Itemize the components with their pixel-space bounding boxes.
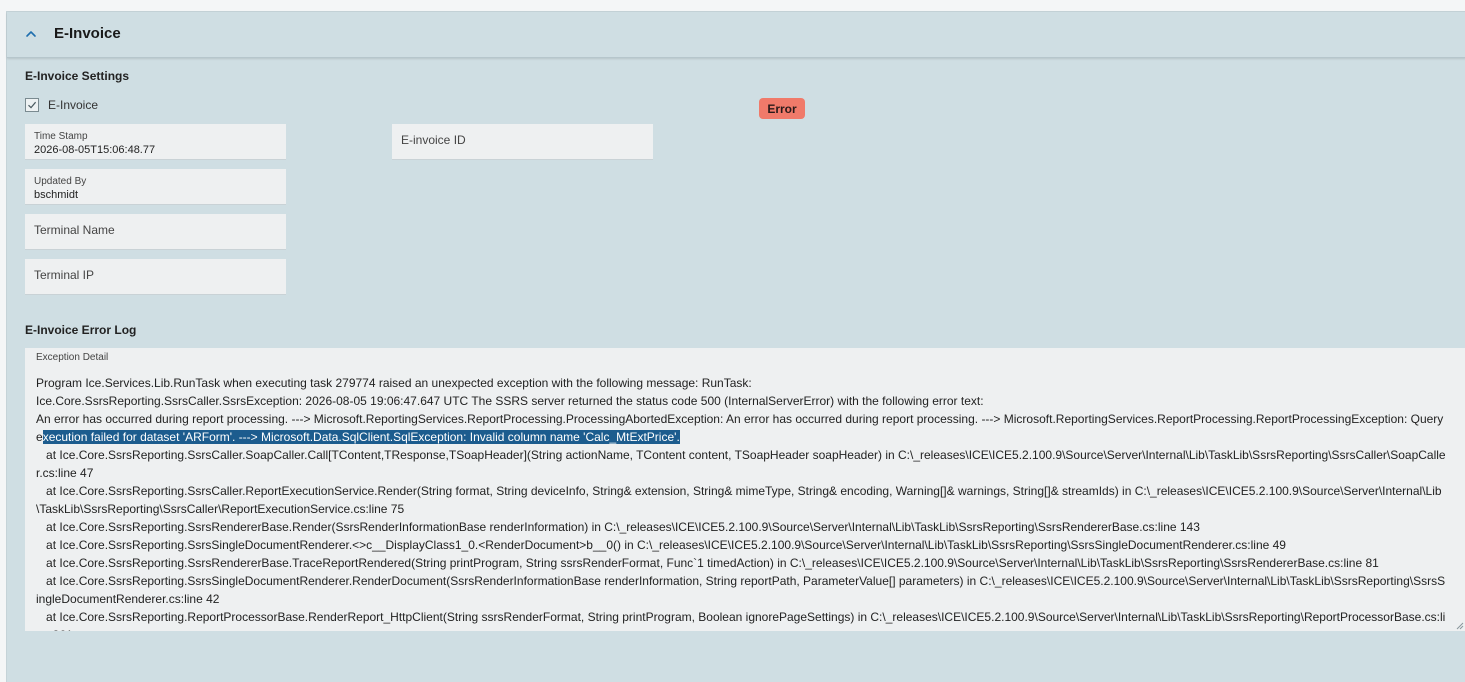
einvoice-id-field[interactable]: E-invoice ID (392, 124, 653, 160)
updated-by-label: Updated By (34, 176, 87, 187)
terminal-name-field[interactable]: Terminal Name (25, 214, 286, 250)
time-stamp-label: Time Stamp (34, 131, 88, 142)
resize-grip-icon[interactable] (1456, 622, 1464, 630)
time-stamp-value: 2026-08-05T15:06:48.77 (34, 144, 156, 156)
exception-detail-label: Exception Detail (36, 352, 109, 363)
terminal-name-label: Terminal Name (34, 223, 115, 237)
exception-detail-text: Program Ice.Services.Lib.RunTask when ex… (36, 374, 1446, 631)
einvoice-checkbox-label: E-Invoice (48, 98, 99, 112)
updated-by-field[interactable]: Updated By bschmidt (25, 169, 286, 205)
einvoice-panel: E-Invoice E-Invoice Settings E-Invoice E… (6, 11, 1465, 682)
terminal-ip-field[interactable]: Terminal IP (25, 259, 286, 295)
exception-text-after: at Ice.Core.SsrsReporting.SsrsCaller.Soa… (36, 448, 1446, 631)
error-log-section-title: E-Invoice Error Log (25, 323, 137, 337)
einvoice-checkbox-row[interactable]: E-Invoice (25, 97, 98, 113)
einvoice-checkbox[interactable] (25, 98, 39, 112)
panel-title: E-Invoice (54, 25, 121, 42)
panel-header[interactable]: E-Invoice (7, 12, 1465, 58)
time-stamp-field[interactable]: Time Stamp 2026-08-05T15:06:48.77 (25, 124, 286, 160)
terminal-ip-label: Terminal IP (34, 268, 95, 282)
exception-text-selected: xecution failed for dataset 'ARForm'. --… (42, 430, 680, 444)
updated-by-value: bschmidt (34, 189, 79, 201)
checkmark-icon (28, 101, 37, 109)
status-badge: Error (759, 98, 805, 119)
settings-section-title: E-Invoice Settings (25, 69, 130, 83)
chevron-up-icon[interactable] (24, 27, 38, 41)
einvoice-id-label: E-invoice ID (401, 133, 466, 147)
exception-detail-textarea[interactable]: Exception Detail Program Ice.Services.Li… (25, 348, 1465, 631)
